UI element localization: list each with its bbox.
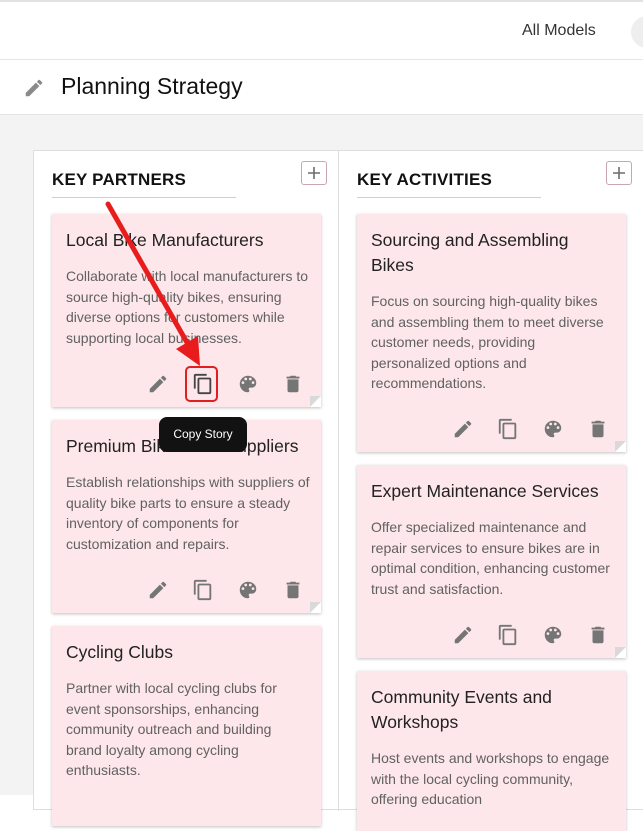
column-title: KEY PARTNERS <box>52 170 236 198</box>
card-corner-fold <box>310 396 321 407</box>
column-key-partners: KEY PARTNERS Local Bike Manufacturers Co… <box>34 151 339 826</box>
copy-icon[interactable] <box>497 624 519 646</box>
palette-icon[interactable] <box>542 418 564 440</box>
copy-icon[interactable] <box>192 579 214 601</box>
card-community-events-and-workshops[interactable]: Community Events and Workshops Host even… <box>357 671 626 831</box>
card-title: Local Bike Manufacturers <box>66 230 264 250</box>
plus-icon <box>308 167 320 179</box>
workspace: KEY PARTNERS Local Bike Manufacturers Co… <box>0 115 643 831</box>
page-title: Planning Strategy <box>61 73 243 99</box>
pencil-icon[interactable] <box>23 77 45 99</box>
card-description: Collaborate with local manufacturers to … <box>66 268 309 346</box>
card-description: Partner with local cycling clubs for eve… <box>66 680 277 778</box>
trash-icon[interactable] <box>282 579 304 601</box>
card-title: Expert Maintenance Services <box>371 481 599 501</box>
card-corner-fold <box>615 647 626 658</box>
card-cycling-clubs[interactable]: Cycling Clubs Partner with local cycling… <box>52 626 321 826</box>
all-models-link[interactable]: All Models <box>522 22 596 40</box>
copy-story-tooltip: Copy Story <box>159 417 247 452</box>
card-description: Establish relationships with suppliers o… <box>66 474 310 552</box>
column-title: KEY ACTIVITIES <box>357 170 541 198</box>
column-key-activities: KEY ACTIVITIES Sourcing and Assembling B… <box>339 151 643 831</box>
add-card-button[interactable] <box>301 161 327 185</box>
palette-icon[interactable] <box>542 624 564 646</box>
trash-icon[interactable] <box>587 624 609 646</box>
palette-icon[interactable] <box>237 373 259 395</box>
card-corner-fold <box>310 602 321 613</box>
card-title: Community Events and Workshops <box>371 687 552 732</box>
add-card-button[interactable] <box>606 161 632 185</box>
card-sourcing-and-assembling-bikes[interactable]: Sourcing and Assembling Bikes Focus on s… <box>357 214 626 452</box>
card-actions <box>357 624 626 648</box>
palette-icon[interactable] <box>237 579 259 601</box>
card-actions <box>52 579 321 603</box>
plus-icon <box>613 167 625 179</box>
copy-button-highlight <box>185 366 218 402</box>
card-corner-fold <box>615 441 626 452</box>
pencil-icon[interactable] <box>147 579 169 601</box>
card-description: Host events and workshops to engage with… <box>371 750 610 807</box>
card-description: Offer specialized maintenance and repair… <box>371 519 610 597</box>
trash-icon[interactable] <box>587 418 609 440</box>
title-bar: Planning Strategy <box>0 60 643 115</box>
card-title: Cycling Clubs <box>66 642 173 662</box>
card-expert-maintenance-services[interactable]: Expert Maintenance Services Offer specia… <box>357 465 626 658</box>
top-bar: All Models <box>0 0 643 60</box>
user-avatar[interactable] <box>631 16 643 48</box>
card-title: Sourcing and Assembling Bikes <box>371 230 569 275</box>
copy-icon[interactable] <box>497 418 519 440</box>
pencil-icon[interactable] <box>452 418 474 440</box>
pencil-icon[interactable] <box>147 373 169 395</box>
pencil-icon[interactable] <box>452 624 474 646</box>
canvas-board: KEY PARTNERS Local Bike Manufacturers Co… <box>33 150 643 831</box>
card-description: Focus on sourcing high-quality bikes and… <box>371 293 604 391</box>
trash-icon[interactable] <box>282 373 304 395</box>
card-actions <box>357 418 626 442</box>
